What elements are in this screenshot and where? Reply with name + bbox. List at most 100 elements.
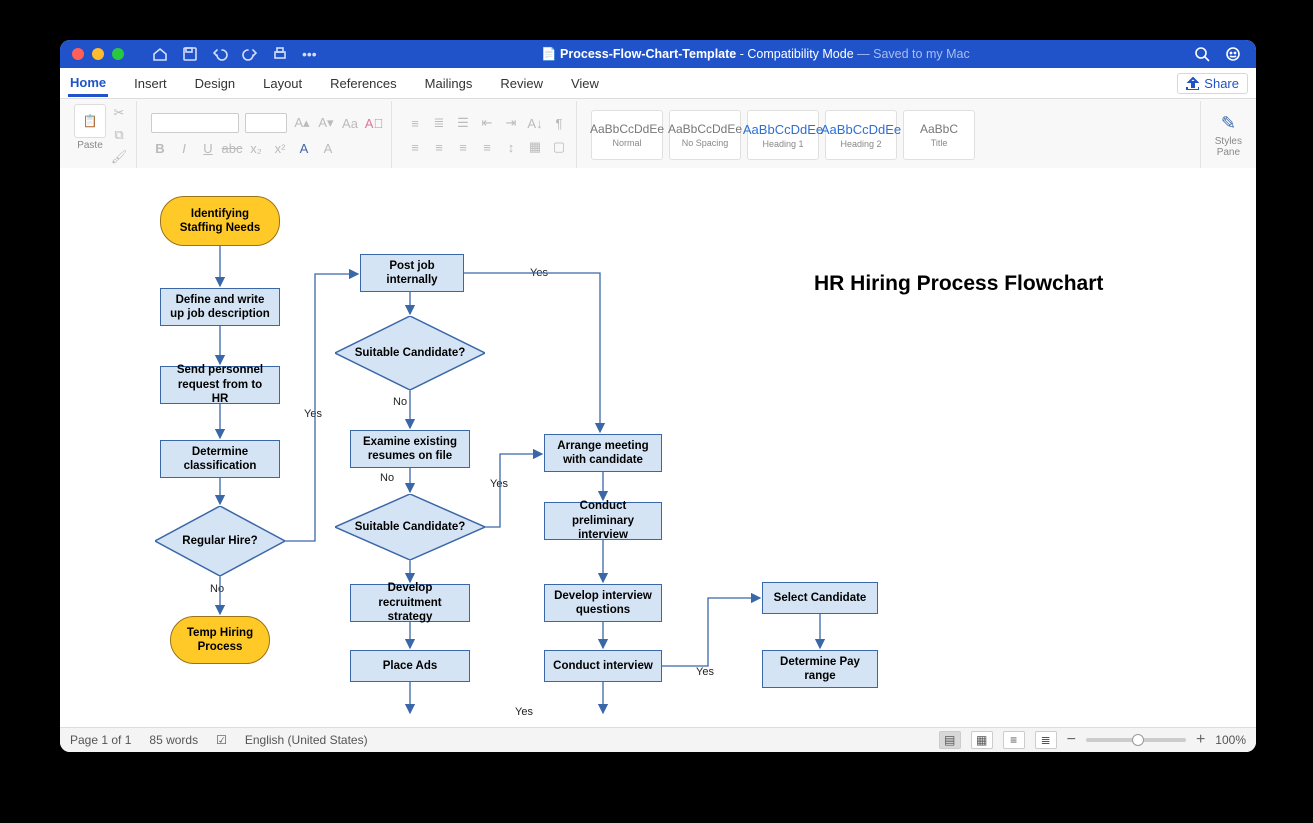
share-button[interactable]: Share xyxy=(1177,73,1248,94)
style-title[interactable]: AaBbCTitle xyxy=(903,110,975,160)
search-icon[interactable] xyxy=(1194,46,1211,63)
cut-icon[interactable]: ✂ xyxy=(110,104,128,122)
minimize-window-button[interactable] xyxy=(92,48,104,60)
spellcheck-icon[interactable]: ☑ xyxy=(216,733,227,747)
node-terminator[interactable]: Identifying Staffing Needs xyxy=(160,196,280,246)
app-window: ••• 📄 Process-Flow-Chart-Template - Comp… xyxy=(60,40,1256,752)
maximize-window-button[interactable] xyxy=(112,48,124,60)
save-icon[interactable] xyxy=(182,46,198,62)
zoom-in-button[interactable]: + xyxy=(1196,731,1205,749)
line-spacing-icon[interactable]: ↕ xyxy=(502,138,520,156)
pilcrow-icon[interactable]: ¶ xyxy=(550,114,568,132)
style-no-spacing[interactable]: AaBbCcDdEeNo Spacing xyxy=(669,110,741,160)
styles-pane-button[interactable]: ✎ xyxy=(1215,113,1242,134)
print-icon[interactable] xyxy=(272,46,288,62)
view-outline[interactable]: ≡ xyxy=(1003,731,1025,749)
document-canvas[interactable]: HR Hiring Process Flowchart Identifying … xyxy=(60,168,1256,728)
underline-icon[interactable]: U xyxy=(199,139,217,157)
font-family-select[interactable] xyxy=(151,113,239,133)
tab-view[interactable]: View xyxy=(569,76,601,91)
italic-icon[interactable]: I xyxy=(175,139,193,157)
paste-button[interactable]: 📋 xyxy=(74,104,106,138)
numbering-icon[interactable]: ≣ xyxy=(430,114,448,132)
multilevel-icon[interactable]: ☰ xyxy=(454,114,472,132)
node-process[interactable]: Send personnel request from to HR xyxy=(160,366,280,404)
node-process[interactable]: Examine existing resumes on file xyxy=(350,430,470,468)
clipboard-group: 📋 Paste ✂ ⧉ 🖌 xyxy=(66,101,137,169)
bold-icon[interactable]: B xyxy=(151,139,169,157)
redo-icon[interactable] xyxy=(242,46,258,62)
style-normal[interactable]: AaBbCcDdEeNormal xyxy=(591,110,663,160)
node-process[interactable]: Conduct preliminary interview xyxy=(544,502,662,540)
zoom-out-button[interactable]: − xyxy=(1067,731,1076,749)
shading-icon[interactable]: ▦ xyxy=(526,138,544,156)
status-language[interactable]: English (United States) xyxy=(245,733,368,747)
node-decision[interactable]: Suitable Candidate? xyxy=(335,316,485,390)
align-left-icon[interactable]: ≡ xyxy=(406,138,424,156)
node-decision[interactable]: Regular Hire? xyxy=(155,506,285,576)
shrink-font-icon[interactable]: A▾ xyxy=(317,114,335,132)
node-decision[interactable]: Suitable Candidate? xyxy=(335,494,485,560)
justify-icon[interactable]: ≡ xyxy=(478,138,496,156)
tab-design[interactable]: Design xyxy=(193,76,237,91)
change-case-icon[interactable]: Aa xyxy=(341,114,359,132)
undo-icon[interactable] xyxy=(212,46,228,62)
window-title: 📄 Process-Flow-Chart-Template - Compatib… xyxy=(317,47,1194,62)
node-process[interactable]: Select Candidate xyxy=(762,582,878,614)
tab-references[interactable]: References xyxy=(328,76,398,91)
grow-font-icon[interactable]: A▴ xyxy=(293,114,311,132)
status-wordcount[interactable]: 85 words xyxy=(149,733,198,747)
close-window-button[interactable] xyxy=(72,48,84,60)
flow-label-yes: Yes xyxy=(515,706,533,718)
flow-label-yes: Yes xyxy=(304,408,322,420)
flowchart-title: HR Hiring Process Flowchart xyxy=(814,272,1103,296)
align-center-icon[interactable]: ≡ xyxy=(430,138,448,156)
node-process[interactable]: Develop interview questions xyxy=(544,584,662,622)
font-color-icon[interactable]: A xyxy=(319,139,337,157)
highlight-icon[interactable]: A xyxy=(295,139,313,157)
view-web-layout[interactable]: ▦ xyxy=(971,731,993,749)
node-process[interactable]: Post job internally xyxy=(360,254,464,292)
font-group: A▴ A▾ Aa A⃠ B I U abc x₂ x² A A xyxy=(143,101,392,169)
subscript-icon[interactable]: x₂ xyxy=(247,139,265,157)
titlebar: ••• 📄 Process-Flow-Chart-Template - Comp… xyxy=(60,40,1256,68)
sort-icon[interactable]: A↓ xyxy=(526,114,544,132)
qat: ••• xyxy=(152,46,317,62)
node-process[interactable]: Develop recruitment strategy xyxy=(350,584,470,622)
dec-indent-icon[interactable]: ⇤ xyxy=(478,114,496,132)
borders-icon[interactable]: ▢ xyxy=(550,138,568,156)
font-size-select[interactable] xyxy=(245,113,287,133)
bullets-icon[interactable]: ≡ xyxy=(406,114,424,132)
strike-icon[interactable]: abc xyxy=(223,139,241,157)
tab-home[interactable]: Home xyxy=(68,75,108,97)
zoom-level[interactable]: 100% xyxy=(1215,733,1246,747)
feedback-icon[interactable] xyxy=(1225,46,1242,63)
tab-review[interactable]: Review xyxy=(498,76,545,91)
node-process[interactable]: Determine Pay range xyxy=(762,650,878,688)
home-icon[interactable] xyxy=(152,46,168,62)
style-heading1[interactable]: AaBbCcDdEeHeading 1 xyxy=(747,110,819,160)
format-painter-icon[interactable]: 🖌 xyxy=(110,148,128,166)
view-draft[interactable]: ≣ xyxy=(1035,731,1057,749)
tab-mailings[interactable]: Mailings xyxy=(423,76,475,91)
clear-format-icon[interactable]: A⃠ xyxy=(365,114,383,132)
node-process[interactable]: Determine classification xyxy=(160,440,280,478)
flow-label-yes: Yes xyxy=(530,267,548,279)
view-print-layout[interactable]: ▤ xyxy=(939,731,961,749)
zoom-slider[interactable] xyxy=(1086,738,1186,742)
status-page[interactable]: Page 1 of 1 xyxy=(70,733,131,747)
node-process[interactable]: Conduct interview xyxy=(544,650,662,682)
inc-indent-icon[interactable]: ⇥ xyxy=(502,114,520,132)
copy-icon[interactable]: ⧉ xyxy=(110,126,128,144)
node-process[interactable]: Place Ads xyxy=(350,650,470,682)
superscript-icon[interactable]: x² xyxy=(271,139,289,157)
align-right-icon[interactable]: ≡ xyxy=(454,138,472,156)
node-process[interactable]: Arrange meeting with candidate xyxy=(544,434,662,472)
node-terminator[interactable]: Temp Hiring Process xyxy=(170,616,270,664)
qat-more-icon[interactable]: ••• xyxy=(302,46,317,62)
style-heading2[interactable]: AaBbCcDdEeHeading 2 xyxy=(825,110,897,160)
statusbar: Page 1 of 1 85 words ☑ English (United S… xyxy=(60,727,1256,752)
tab-layout[interactable]: Layout xyxy=(261,76,304,91)
node-process[interactable]: Define and write up job description xyxy=(160,288,280,326)
tab-insert[interactable]: Insert xyxy=(132,76,169,91)
